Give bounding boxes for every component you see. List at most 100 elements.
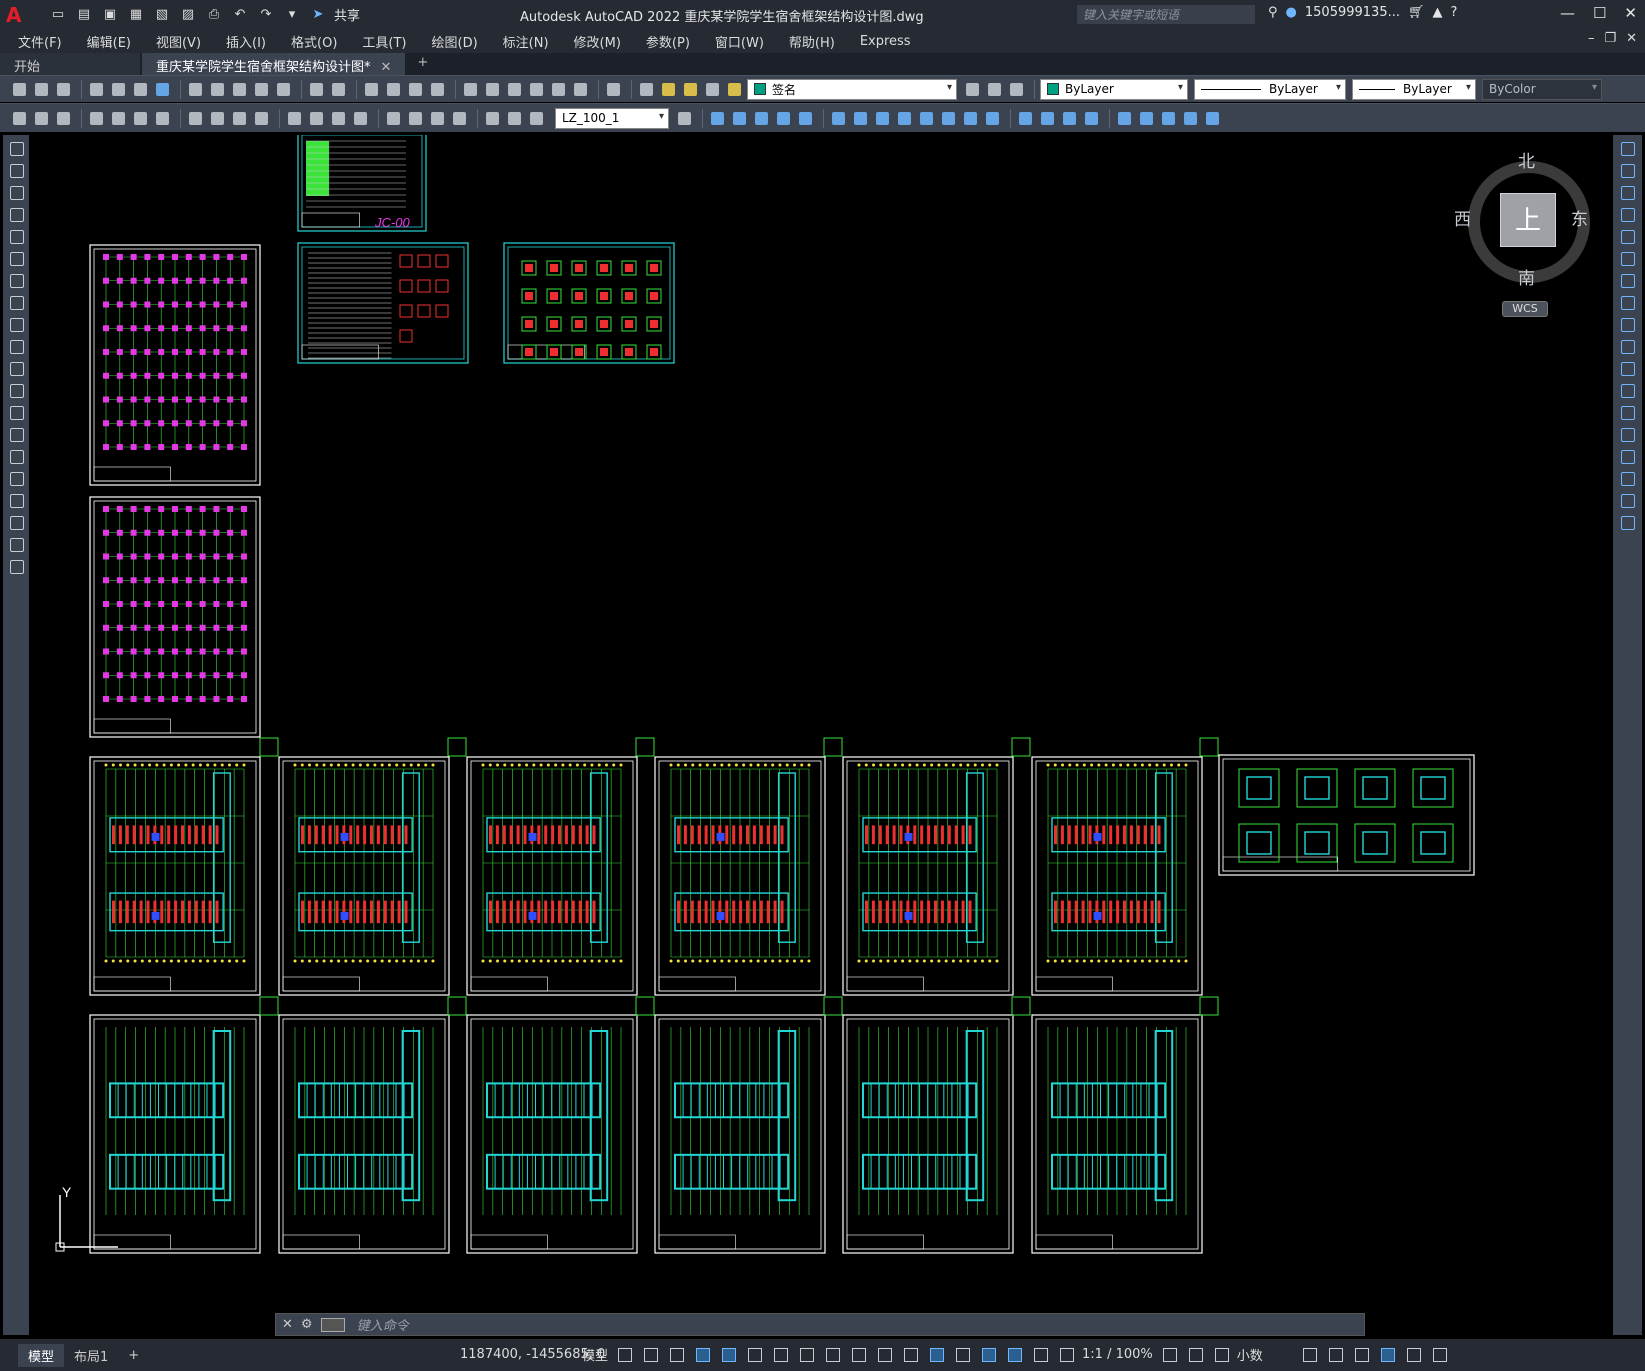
calculator-icon[interactable] [571, 80, 590, 99]
modify-mirror-icon[interactable] [752, 109, 771, 128]
clean-screen-icon[interactable] [1403, 1344, 1423, 1364]
transparency-icon[interactable] [874, 1344, 894, 1364]
dynamic-input-icon[interactable] [692, 1344, 712, 1364]
snap-icon[interactable] [640, 1344, 660, 1364]
menu-window[interactable]: 窗口(W) [715, 32, 764, 51]
doc-close-icon[interactable]: ✕ [1626, 31, 1637, 46]
linear-dim-icon[interactable] [87, 109, 106, 128]
line-tool-icon[interactable] [5, 139, 27, 157]
insert-icon[interactable] [5, 381, 27, 399]
make-block-icon[interactable] [32, 109, 51, 128]
stretch-icon[interactable] [1616, 315, 1640, 333]
print-icon[interactable] [87, 80, 106, 99]
fillet-icon[interactable] [1616, 469, 1640, 487]
baseline-dim-icon[interactable] [307, 109, 326, 128]
minimize-icon[interactable]: — [1560, 4, 1575, 22]
draworder-above-icon[interactable] [1181, 109, 1200, 128]
block-editor-icon[interactable] [274, 80, 293, 99]
array-icon[interactable] [1616, 227, 1640, 245]
annotation-scale-icon[interactable] [1056, 1344, 1076, 1364]
properties-icon[interactable] [461, 80, 480, 99]
trim-icon[interactable] [1616, 337, 1640, 355]
command-customize-icon[interactable]: ⚙ [301, 1317, 313, 1332]
spline-icon[interactable] [5, 315, 27, 333]
dynamic-ucs-icon[interactable] [952, 1344, 972, 1364]
construction-line-icon[interactable] [5, 161, 27, 179]
layer-on-icon[interactable] [659, 80, 678, 99]
layer-previous-icon[interactable] [985, 80, 1004, 99]
move-icon[interactable] [1616, 249, 1640, 267]
modify-move-icon[interactable] [829, 109, 848, 128]
cut-icon[interactable] [186, 80, 205, 99]
join-icon[interactable] [1616, 425, 1640, 443]
blend-curves-icon[interactable] [1616, 491, 1640, 509]
dim-edit-icon[interactable] [483, 109, 502, 128]
menu-view[interactable]: 视图(V) [156, 32, 201, 51]
compass-east[interactable]: 东 [1571, 205, 1588, 230]
design-center-icon[interactable] [483, 80, 502, 99]
print-preview-icon[interactable] [109, 80, 128, 99]
erase-icon[interactable] [1616, 139, 1640, 157]
tolerance-icon[interactable] [384, 109, 403, 128]
plotstyle-select[interactable]: ByColor ▾ [1482, 78, 1602, 100]
undo-icon[interactable]: ↶ [230, 6, 250, 24]
model-space-button[interactable]: 模型 [582, 1345, 608, 1364]
menu-draw[interactable]: 绘图(D) [432, 32, 478, 51]
help-button[interactable]: ? [1451, 5, 1458, 20]
offset-icon[interactable] [1616, 205, 1640, 223]
compass-west[interactable]: 西 [1454, 205, 1471, 230]
layer-viewport-icon[interactable] [703, 80, 722, 99]
jogged-linear-icon[interactable] [450, 109, 469, 128]
match-properties-icon[interactable] [252, 80, 271, 99]
doc-minimize-icon[interactable]: – [1588, 31, 1595, 46]
open-icon[interactable] [32, 80, 51, 99]
new-file-icon[interactable]: ▭ [48, 6, 68, 24]
add-layout-button[interactable]: + [118, 1346, 149, 1365]
tab-model[interactable]: 模型 [18, 1343, 65, 1367]
user-icon[interactable]: ● [1286, 5, 1297, 20]
search-icon[interactable]: ⚲ [1268, 5, 1278, 20]
ellipse-icon[interactable] [5, 337, 27, 355]
sheet-set-icon[interactable] [527, 80, 546, 99]
modify-blend-icon[interactable] [1060, 109, 1079, 128]
dimstyle-select[interactable]: LZ_100_1 ▾ [555, 107, 669, 129]
customization-icon[interactable] [1429, 1344, 1449, 1364]
sheet-slab-plan-5[interactable] [842, 756, 1014, 996]
continue-dim-icon[interactable] [329, 109, 348, 128]
modify-extend-icon[interactable] [939, 109, 958, 128]
polar-icon[interactable] [744, 1344, 764, 1364]
menu-insert[interactable]: 插入(I) [226, 32, 266, 51]
polyline-icon[interactable] [5, 183, 27, 201]
center-mark-icon[interactable] [406, 109, 425, 128]
sheet-beam-plan-5[interactable] [842, 1014, 1014, 1254]
help-tb-icon[interactable] [604, 80, 623, 99]
sheet-beam-plan-6[interactable] [1031, 1014, 1203, 1254]
modify-rotate-icon[interactable] [851, 109, 870, 128]
sheet-general-notes[interactable] [297, 242, 469, 364]
graphics-performance-icon[interactable] [1377, 1344, 1397, 1364]
hatch-tb-icon[interactable] [54, 109, 73, 128]
diameter-dim-icon[interactable] [230, 109, 249, 128]
units-icon[interactable] [1211, 1344, 1231, 1364]
3d-osnap-icon[interactable] [926, 1344, 946, 1364]
linetype-select[interactable]: ByLayer ▾ [1194, 78, 1346, 100]
angular-dim-icon[interactable] [252, 109, 271, 128]
modify-break-icon[interactable] [961, 109, 980, 128]
layer-state-icon[interactable] [1007, 80, 1026, 99]
ellipse-arc-icon[interactable] [5, 359, 27, 377]
zoom-realtime-icon[interactable] [384, 80, 403, 99]
sheet-slab-plan-2[interactable] [278, 756, 450, 996]
scale-icon[interactable] [1616, 293, 1640, 311]
explode-icon[interactable] [1616, 513, 1640, 531]
dim-style-icon[interactable] [675, 109, 694, 128]
tab-layout1[interactable]: 布局1 [64, 1344, 118, 1367]
modify-chamfer-icon[interactable] [1016, 109, 1035, 128]
draworder-front-icon[interactable] [1137, 109, 1156, 128]
menu-file[interactable]: 文件(F) [18, 32, 62, 51]
extend-icon[interactable] [1616, 359, 1640, 377]
zoom-window-icon[interactable] [406, 80, 425, 99]
sheet-slab-plan-1[interactable] [89, 756, 261, 996]
lineweight-select[interactable]: ByLayer ▾ [1352, 78, 1476, 100]
model-space-canvas[interactable]: JC-00 Y [32, 135, 1610, 1335]
annotation-scale-value[interactable]: 1:1 / 100% [1082, 1347, 1153, 1362]
